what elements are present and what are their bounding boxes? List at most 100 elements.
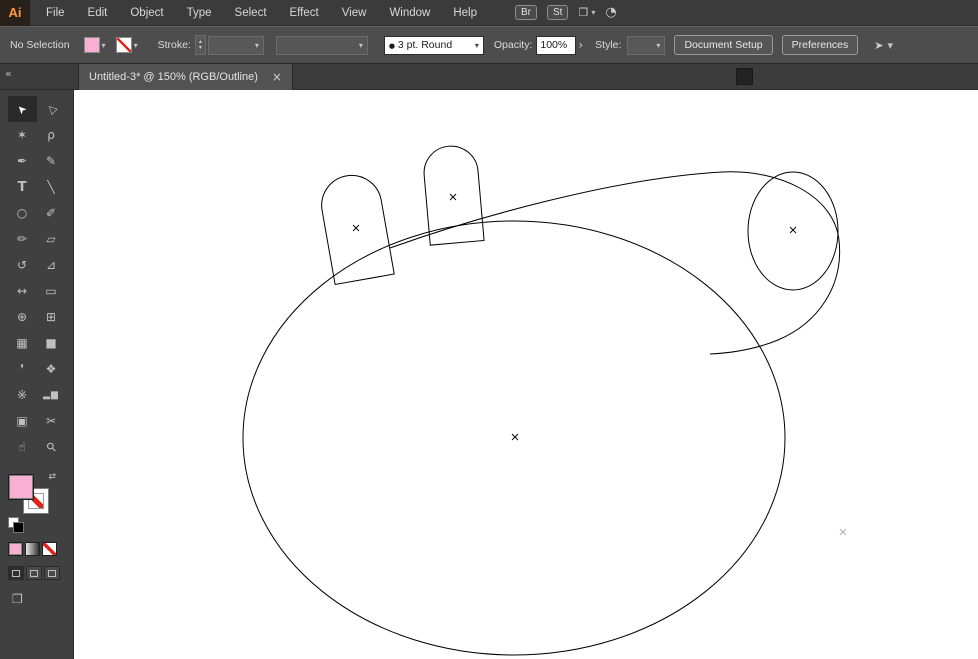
illustrator-logo-icon[interactable]: Ai (0, 0, 30, 26)
slice-tool[interactable]: ✂ (37, 408, 66, 434)
artboard-tool[interactable]: ▣ (8, 408, 37, 434)
shape-builder-tool[interactable]: ⊕ (8, 304, 37, 330)
line-segment-tool[interactable]: ╲ (37, 174, 66, 200)
mesh-tool[interactable]: ▦ (8, 330, 37, 356)
menu-type[interactable]: Type (187, 7, 212, 19)
touch-workspace-icon[interactable]: ◔ (605, 5, 616, 20)
document-tab[interactable]: Untitled-3* @ 150% (RGB/Outline) × (78, 64, 293, 90)
hand-tool[interactable]: ☝ (8, 434, 37, 460)
head-circle[interactable] (747, 171, 839, 291)
magic-wand-tool[interactable]: ✶ (8, 122, 37, 148)
draw-inside-button[interactable] (44, 566, 60, 580)
eraser-tool[interactable]: ▱ (37, 226, 66, 252)
paint-mode-row (8, 542, 73, 556)
stroke-weight-dropdown[interactable]: ▾ (207, 35, 264, 55)
color-button[interactable] (8, 542, 23, 556)
gradient-tool-icon: ■ (45, 336, 57, 350)
stroke-color-combo[interactable]: ▾ (115, 37, 138, 53)
ellipse-tool[interactable]: ○ (8, 200, 37, 226)
paintbrush-tool[interactable]: ✐ (37, 200, 66, 226)
fill-color-combo[interactable]: ▾ (83, 37, 106, 53)
bridge-button[interactable]: Br (515, 5, 537, 20)
selection-tool[interactable]: ➤ (7, 96, 37, 122)
menu-effect[interactable]: Effect (290, 7, 319, 19)
scale-tool[interactable]: ⊿ (37, 252, 66, 278)
workspace-switcher[interactable]: ❐ ▾ (578, 6, 595, 19)
draw-normal-button[interactable] (8, 566, 24, 580)
chevron-down-icon[interactable]: ▾ (888, 39, 894, 52)
style-dropdown[interactable]: ▾ (627, 35, 666, 55)
mesh-tool-icon: ▦ (16, 336, 28, 350)
column-graph-tool[interactable]: ▂▆ (37, 382, 66, 408)
opacity-input[interactable] (536, 35, 577, 55)
default-fill-stroke-icon[interactable] (8, 517, 24, 533)
collapse-panel-icon[interactable]: « (5, 67, 12, 80)
menu-select[interactable]: Select (235, 7, 267, 19)
brush-definition-value: 3 pt. Round (397, 39, 453, 51)
width-tool[interactable]: ↔ (8, 278, 37, 304)
chevron-down-icon[interactable]: ▾ (102, 41, 106, 50)
lasso-tool[interactable]: ρ (37, 122, 66, 148)
head-outline[interactable] (389, 171, 841, 355)
menu-object[interactable]: Object (130, 7, 163, 19)
chevron-down-icon: ▾ (358, 40, 363, 50)
rotate-tool[interactable]: ↺ (8, 252, 37, 278)
artboard-canvas[interactable] (74, 90, 978, 659)
menu-help[interactable]: Help (453, 7, 477, 19)
pen-tool[interactable]: ✒ (8, 148, 37, 174)
menubar: Ai File Edit Object Type Select Effect View Win… (0, 0, 978, 26)
workspace-icon: ❐ (578, 6, 589, 19)
ear-right[interactable] (422, 144, 485, 246)
menu-file[interactable]: File (46, 7, 65, 19)
menu-view[interactable]: View (342, 7, 367, 19)
gradient-button[interactable] (25, 542, 40, 556)
eraser-tool-icon: ▱ (46, 232, 56, 246)
brush-definition-dropdown[interactable]: ● 3 pt. Round ▾ (383, 35, 484, 55)
width-tool-icon: ↔ (16, 284, 28, 298)
zoom-tool[interactable]: ⚲ (37, 434, 66, 460)
blend-tool[interactable]: ❖ (37, 356, 66, 382)
slice-tool-icon: ✂ (45, 414, 57, 428)
stock-button[interactable]: St (547, 5, 569, 20)
perspective-grid-tool[interactable]: ⊞ (37, 304, 66, 330)
menu-window[interactable]: Window (389, 7, 430, 19)
pen-tool-icon: ✒ (16, 154, 28, 168)
symbol-sprayer-tool[interactable]: ※ (8, 382, 37, 408)
shaper-tool[interactable]: ✏ (8, 226, 37, 252)
document-setup-button[interactable]: Document Setup (674, 35, 773, 55)
perspective-grid-tool-icon: ⊞ (45, 310, 57, 324)
panel-dock-tab[interactable] (736, 68, 753, 85)
drawing-mode-row (8, 566, 73, 580)
close-tab-icon[interactable]: × (272, 70, 282, 84)
fill-indicator-swatch[interactable] (8, 474, 34, 500)
more-tools-icon[interactable]: ➤ (874, 39, 883, 52)
gradient-tool[interactable]: ■ (37, 330, 66, 356)
symbol-sprayer-tool-icon: ※ (16, 388, 28, 402)
stroke-weight-stepper[interactable]: ▴ ▾ (194, 35, 206, 55)
fill-color-swatch[interactable] (83, 37, 100, 53)
document-tab-title: Untitled-3* @ 150% (RGB/Outline) (89, 71, 258, 83)
opacity-panel-arrow-icon[interactable]: › (578, 38, 583, 52)
artboard-tool-icon: ▣ (16, 414, 28, 428)
draw-behind-button[interactable] (26, 566, 42, 580)
menu-edit[interactable]: Edit (88, 7, 108, 19)
stroke-none-swatch[interactable] (115, 37, 132, 53)
type-tool-icon: T (17, 179, 27, 195)
type-tool[interactable]: T (8, 174, 37, 200)
selection-tool-icon: ➤ (14, 101, 30, 117)
screen-mode-button[interactable]: ❐ (12, 592, 73, 606)
free-transform-tool-icon: ▭ (45, 284, 57, 298)
swap-fill-stroke-icon[interactable]: ⇄ (48, 472, 56, 482)
preferences-button[interactable]: Preferences (781, 35, 859, 55)
step-down-icon[interactable]: ▾ (196, 45, 205, 51)
free-transform-tool[interactable]: ▭ (37, 278, 66, 304)
none-button[interactable] (42, 542, 57, 556)
blend-tool-icon: ❖ (45, 362, 57, 376)
eyedropper-tool[interactable]: ❜ (8, 356, 37, 382)
width-profile-dropdown[interactable]: ▾ (275, 35, 368, 55)
curvature-tool[interactable]: ✎ (37, 148, 66, 174)
artwork-outline-svg (242, 144, 847, 656)
chevron-down-icon[interactable]: ▾ (134, 41, 138, 50)
direct-selection-tool[interactable]: ▷ (37, 96, 66, 122)
magic-wand-tool-icon: ✶ (16, 128, 28, 142)
